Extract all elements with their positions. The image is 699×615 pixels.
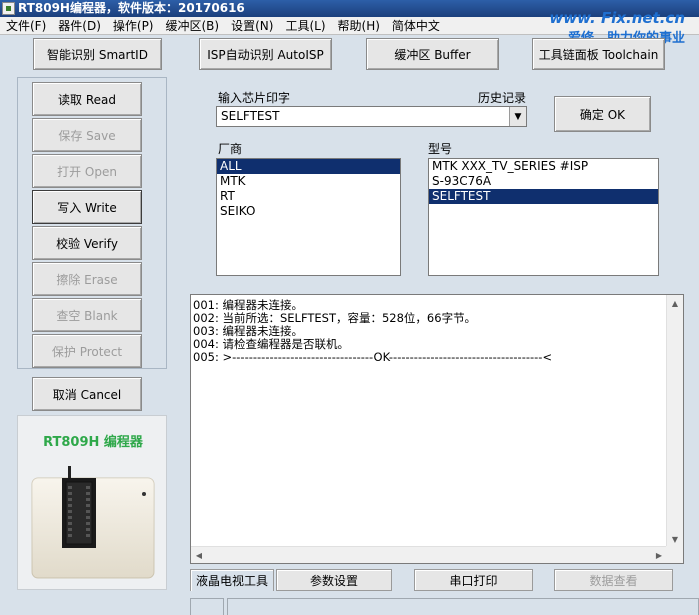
- log-output[interactable]: 001: 编程器未连接。 002: 当前所选：SELFTEST，容量：528位，…: [190, 294, 684, 564]
- write-button[interactable]: 写入 Write: [32, 190, 142, 224]
- watermark-url: www. Fix.net.cn: [549, 9, 685, 27]
- menu-buffer[interactable]: 缓冲区(B): [160, 17, 226, 35]
- protect-button[interactable]: 保护 Protect: [32, 334, 142, 368]
- scrollbar-corner: [666, 546, 683, 563]
- buffer-button[interactable]: 缓冲区 Buffer: [366, 38, 499, 70]
- open-button[interactable]: 打开 Open: [32, 154, 142, 188]
- chip-marking-value: SELFTEST: [221, 109, 280, 123]
- save-button[interactable]: 保存 Save: [32, 118, 142, 152]
- vendor-item[interactable]: MTK: [217, 174, 400, 189]
- smartid-button[interactable]: 智能识别 SmartID: [33, 38, 162, 70]
- verify-button[interactable]: 校验 Verify: [32, 226, 142, 260]
- tab-params[interactable]: 参数设置: [276, 569, 392, 591]
- tab-data-view[interactable]: 数据查看: [554, 569, 673, 591]
- log-horizontal-scrollbar[interactable]: ◀ ▶: [191, 546, 667, 563]
- dropdown-arrow-icon[interactable]: ▼: [509, 107, 526, 126]
- log-lines: 001: 编程器未连接。 002: 当前所选：SELFTEST，容量：528位，…: [191, 299, 665, 364]
- status-cell: [190, 598, 224, 615]
- scroll-down-icon[interactable]: ▼: [667, 531, 683, 547]
- erase-button[interactable]: 擦除 Erase: [32, 262, 142, 296]
- log-vertical-scrollbar[interactable]: ▲ ▼: [666, 295, 683, 547]
- menu-operation[interactable]: 操作(P): [107, 17, 160, 35]
- model-listbox[interactable]: MTK XXX_TV_SERIES #ISP S-93C76A SELFTEST: [428, 158, 659, 276]
- vendor-item[interactable]: SEIKO: [217, 204, 400, 219]
- model-item[interactable]: MTK XXX_TV_SERIES #ISP: [429, 159, 658, 174]
- read-button[interactable]: 读取 Read: [32, 82, 142, 116]
- menu-file[interactable]: 文件(F): [0, 17, 52, 35]
- history-label: 历史记录: [478, 91, 527, 105]
- tab-lcd-tool[interactable]: 液晶电视工具: [190, 569, 274, 591]
- status-cell: [227, 598, 699, 615]
- programmer-illustration: [31, 466, 155, 579]
- chip-marking-combobox[interactable]: SELFTEST ▼: [216, 106, 527, 127]
- app-icon: [2, 2, 15, 15]
- cancel-button[interactable]: 取消 Cancel: [32, 377, 142, 411]
- scroll-left-icon[interactable]: ◀: [191, 547, 207, 563]
- autoisp-button[interactable]: ISP自动识别 AutoISP: [199, 38, 332, 70]
- scroll-right-icon[interactable]: ▶: [651, 547, 667, 563]
- model-item[interactable]: S-93C76A: [429, 174, 658, 189]
- menu-settings[interactable]: 设置(N): [225, 17, 279, 35]
- menu-help[interactable]: 帮助(H): [332, 17, 386, 35]
- vendor-item[interactable]: RT: [217, 189, 400, 204]
- menu-language[interactable]: 简体中文: [386, 17, 446, 35]
- window-title: RT809H编程器，软件版本：20170616: [18, 1, 245, 15]
- vendor-listbox[interactable]: ALL MTK RT SEIKO: [216, 158, 401, 276]
- vendor-label: 厂商: [218, 142, 243, 156]
- menu-tools[interactable]: 工具(L): [279, 17, 331, 35]
- tab-serial-print[interactable]: 串口打印: [414, 569, 533, 591]
- toolchain-button[interactable]: 工具链面板 Toolchain: [532, 38, 665, 70]
- device-image: RT809H 编程器: [17, 415, 167, 590]
- model-label: 型号: [428, 142, 453, 156]
- chip-input-label: 输入芯片印字: [218, 91, 291, 105]
- device-title: RT809H 编程器: [43, 435, 143, 450]
- vendor-item[interactable]: ALL: [217, 159, 400, 174]
- log-line: 005: >----------------------------------…: [193, 350, 553, 364]
- model-item[interactable]: SELFTEST: [429, 189, 658, 204]
- ok-button[interactable]: 确定 OK: [554, 96, 651, 132]
- scroll-up-icon[interactable]: ▲: [667, 295, 683, 311]
- menu-device[interactable]: 器件(D): [52, 17, 107, 35]
- blank-button[interactable]: 查空 Blank: [32, 298, 142, 332]
